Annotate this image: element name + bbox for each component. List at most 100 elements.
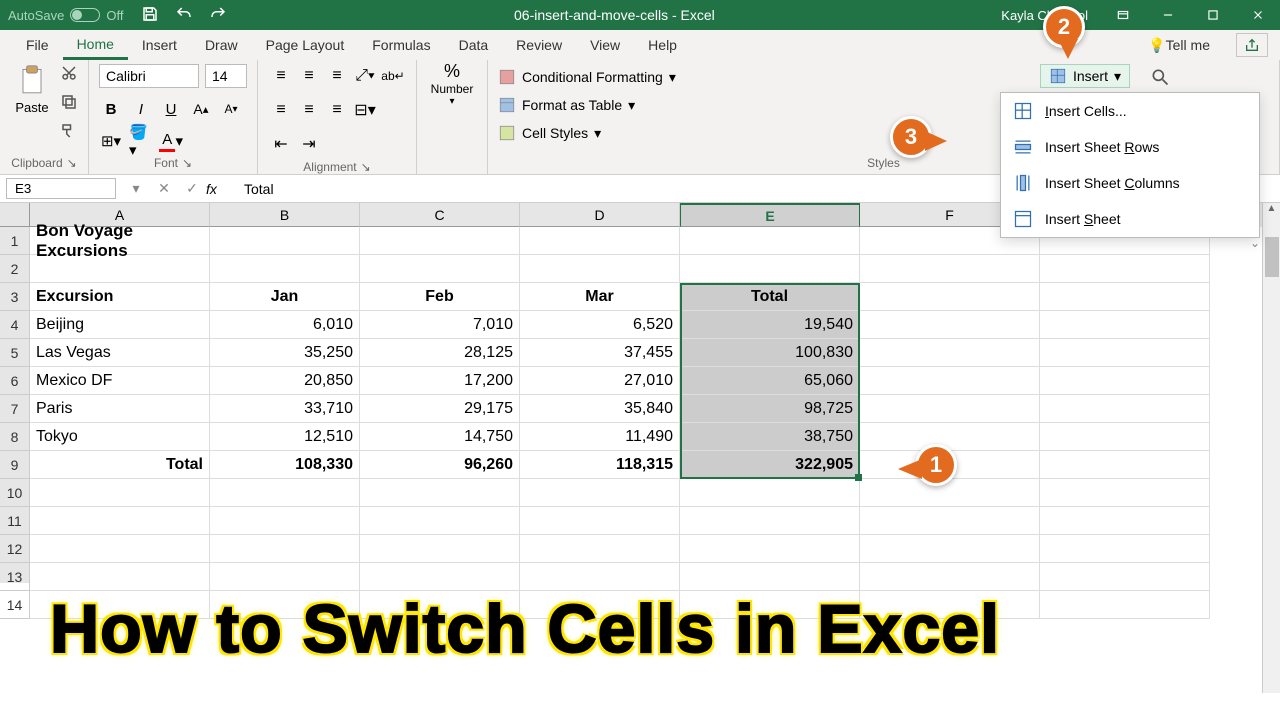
menu-insert-columns[interactable]: Insert Sheet Columns (1001, 165, 1259, 201)
fill-color-icon[interactable]: 🪣▾ (129, 130, 153, 152)
font-color-icon[interactable]: A▾ (159, 130, 183, 152)
indent-increase-icon[interactable]: ⇥ (296, 132, 322, 156)
name-box[interactable] (6, 178, 116, 199)
tab-insert[interactable]: Insert (128, 30, 191, 60)
tell-me[interactable]: 💡 Tell me (1134, 30, 1224, 60)
insert-cells-button[interactable]: Insert ▾ (1040, 64, 1130, 88)
cell-styles-button[interactable]: Cell Styles▾ (498, 120, 601, 146)
tab-help[interactable]: Help (634, 30, 691, 60)
row-header[interactable]: 8 (0, 423, 30, 451)
close-icon[interactable] (1235, 0, 1280, 30)
underline-button[interactable]: U (159, 98, 183, 120)
bold-button[interactable]: B (99, 98, 123, 120)
tab-view[interactable]: View (576, 30, 634, 60)
font-name-select[interactable] (99, 64, 199, 88)
row-header[interactable]: 10 (0, 479, 30, 507)
format-painter-icon[interactable] (60, 122, 78, 145)
col-header[interactable]: D (520, 203, 680, 227)
tab-file[interactable]: File (12, 30, 63, 60)
row-header[interactable]: 5 (0, 339, 30, 367)
share-button[interactable] (1236, 33, 1268, 57)
enter-icon[interactable]: ✓ (178, 180, 206, 197)
col-header[interactable]: E (680, 203, 860, 227)
autosave-toggle[interactable]: AutoSave Off (8, 8, 123, 23)
toggle-icon (70, 8, 100, 22)
minimize-icon[interactable] (1145, 0, 1190, 30)
scroll-thumb[interactable] (1265, 237, 1279, 277)
cut-icon[interactable] (60, 64, 78, 87)
orientation-icon[interactable]: ⤢▾ (352, 64, 378, 88)
indent-decrease-icon[interactable]: ⇤ (268, 132, 294, 156)
fx-icon[interactable]: fx (206, 181, 236, 197)
group-clipboard: Paste Clipboard ↘ (0, 60, 89, 174)
insert-dropdown-menu: Insert Cells... Insert Sheet Rows Insert… (1000, 92, 1260, 238)
row-header[interactable]: 6 (0, 367, 30, 395)
paste-button[interactable]: Paste (10, 64, 54, 115)
align-left-icon[interactable]: ≡ (268, 98, 294, 122)
font-size-select[interactable] (205, 64, 247, 88)
col-header[interactable]: B (210, 203, 360, 227)
align-middle-icon[interactable]: ≡ (296, 64, 322, 88)
save-icon[interactable] (141, 5, 159, 26)
quick-access-toolbar (141, 5, 227, 26)
spreadsheet-grid[interactable]: 1 2 3 4 5 6 7 8 9 10 11 12 13 14 A B C D… (0, 203, 1280, 583)
tab-page-layout[interactable]: Page Layout (252, 30, 359, 60)
increase-font-icon[interactable]: A▴ (189, 98, 213, 120)
format-as-table-button[interactable]: Format as Table▾ (498, 92, 635, 118)
wrap-text-icon[interactable]: ab↵ (380, 64, 406, 88)
ribbon-display-icon[interactable] (1100, 0, 1145, 30)
callout-1: 1 (915, 444, 957, 486)
clipboard-label: Clipboard (11, 156, 62, 170)
decrease-font-icon[interactable]: A▾ (219, 98, 243, 120)
cancel-icon[interactable]: ✕ (150, 180, 178, 197)
number-format-button[interactable]: % Number ▾ (427, 64, 477, 104)
tab-draw[interactable]: Draw (191, 30, 252, 60)
autosave-state: Off (106, 8, 123, 23)
undo-icon[interactable] (175, 5, 193, 26)
row-header[interactable]: 7 (0, 395, 30, 423)
row-header[interactable]: 12 (0, 535, 30, 563)
find-select-icon[interactable] (1140, 64, 1180, 90)
group-number: % Number ▾ (417, 60, 488, 174)
col-header[interactable]: C (360, 203, 520, 227)
vertical-scrollbar[interactable]: ▲ (1262, 203, 1280, 693)
maximize-icon[interactable] (1190, 0, 1235, 30)
row-header[interactable]: 11 (0, 507, 30, 535)
menu-insert-rows[interactable]: Insert Sheet Rows (1001, 129, 1259, 165)
row-header[interactable]: 13 (0, 563, 30, 591)
menu-insert-sheet[interactable]: Insert Sheet (1001, 201, 1259, 237)
conditional-formatting-button[interactable]: Conditional Formatting▾ (498, 64, 676, 90)
scroll-up-icon[interactable]: ▲ (1263, 203, 1280, 219)
menu-insert-cells[interactable]: Insert Cells... (1001, 93, 1259, 129)
select-all-corner[interactable] (0, 203, 30, 227)
align-right-icon[interactable]: ≡ (324, 98, 350, 122)
italic-button[interactable]: I (129, 98, 153, 120)
row-header[interactable]: 1 (0, 227, 30, 255)
styles-label: Styles (867, 156, 900, 170)
tab-data[interactable]: Data (445, 30, 503, 60)
row-header[interactable]: 14 (0, 591, 30, 619)
row-header[interactable]: 2 (0, 255, 30, 283)
tab-home[interactable]: Home (63, 30, 128, 60)
redo-icon[interactable] (209, 5, 227, 26)
borders-icon[interactable]: ⊞▾ (99, 130, 123, 152)
group-font: B I U A▴ A▾ ⊞▾ 🪣▾ A▾ Font ↘ (89, 60, 258, 174)
merge-icon[interactable]: ⊟▾ (352, 98, 378, 122)
tab-review[interactable]: Review (502, 30, 576, 60)
title-bar: AutoSave Off 06-insert-and-move-cells - … (0, 0, 1280, 30)
align-top-icon[interactable]: ≡ (268, 64, 294, 88)
callout-2: 2 (1043, 6, 1085, 48)
align-center-icon[interactable]: ≡ (296, 98, 322, 122)
alignment-label: Alignment (303, 160, 356, 174)
tab-formulas[interactable]: Formulas (358, 30, 444, 60)
overlay-title: How to Switch Cells in Excel (50, 590, 1000, 668)
cell[interactable]: Bon Voyage Excursions (30, 227, 210, 255)
row-header[interactable]: 9 (0, 451, 30, 479)
ribbon-tabs: File Home Insert Draw Page Layout Formul… (0, 30, 1280, 60)
dropdown-icon[interactable]: ▾ (122, 180, 150, 197)
copy-icon[interactable] (60, 93, 78, 116)
ribbon: Paste Clipboard ↘ B I U A▴ A▾ (0, 60, 1280, 175)
row-header[interactable]: 4 (0, 311, 30, 339)
row-header[interactable]: 3 (0, 283, 30, 311)
align-bottom-icon[interactable]: ≡ (324, 64, 350, 88)
